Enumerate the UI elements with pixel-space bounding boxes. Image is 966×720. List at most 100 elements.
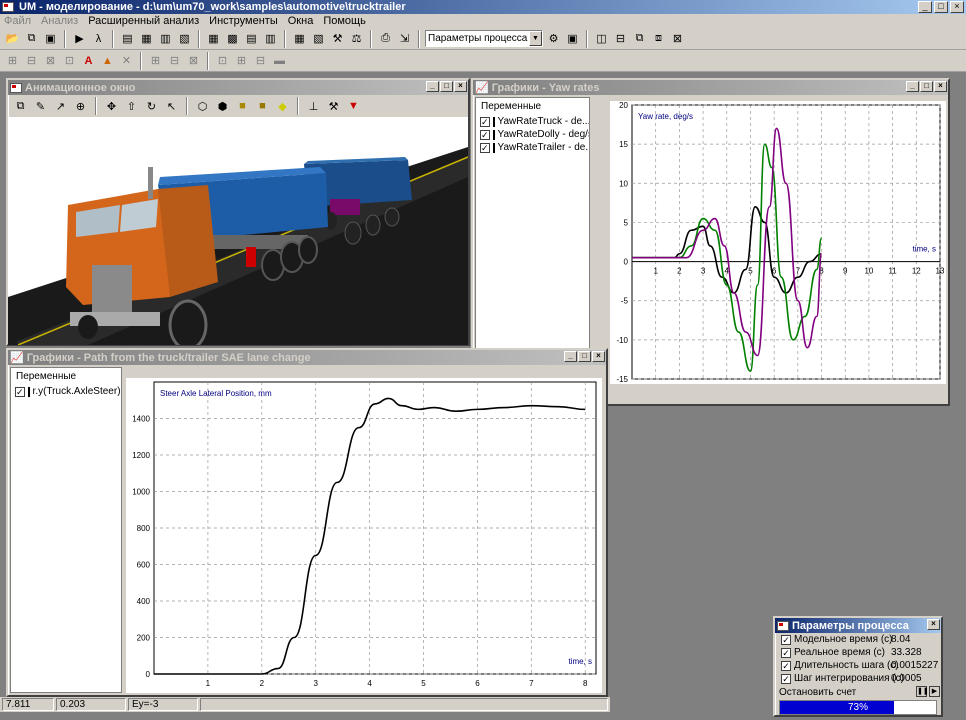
menu-analysis[interactable]: Анализ: [41, 15, 78, 27]
dis6-icon[interactable]: ⊞: [147, 52, 164, 69]
menu-windows[interactable]: Окна: [288, 15, 314, 27]
grid3-icon[interactable]: ▤: [243, 30, 260, 47]
lambda-icon[interactable]: λ: [90, 30, 107, 47]
path-window[interactable]: 📈 Графики - Path from the truck/trailer …: [6, 348, 608, 697]
hammer-icon[interactable]: ⚒: [325, 98, 342, 115]
cube5-icon[interactable]: ◆: [274, 98, 291, 115]
cube3-icon[interactable]: ■: [234, 98, 251, 115]
pause-button[interactable]: ❚❚: [916, 686, 929, 697]
animation-viewport[interactable]: [8, 117, 468, 345]
move-icon[interactable]: ✥: [103, 98, 120, 115]
calc-icon[interactable]: ▦: [291, 30, 308, 47]
menu-file[interactable]: Файл: [4, 15, 31, 27]
path-minimize-button[interactable]: _: [564, 351, 577, 362]
menu-help[interactable]: Помощь: [323, 15, 366, 27]
yaw-maximize-button[interactable]: □: [920, 81, 933, 92]
yaw-minimize-button[interactable]: _: [906, 81, 919, 92]
cube-icon[interactable]: ⬡: [194, 98, 211, 115]
cascade-icon[interactable]: ⧉: [631, 30, 648, 47]
arrange-icon[interactable]: ⧈: [650, 30, 667, 47]
path-chart[interactable]: 1 2 3 4 5 6 7 8 1400 1200 1000 800 600 400 200 0 Steer A…: [126, 378, 602, 693]
dis10-icon[interactable]: ⊞: [233, 52, 250, 69]
fire-icon[interactable]: ▲: [99, 52, 116, 69]
process-window[interactable]: Параметры процесса × ✓ Модельное время (с…: [773, 616, 943, 717]
scale-icon[interactable]: ⚖: [348, 30, 365, 47]
process-combo[interactable]: Параметры процесса ▼: [425, 30, 543, 47]
h-scrollbar[interactable]: [592, 384, 945, 398]
window-icon[interactable]: ▣: [42, 30, 59, 47]
image-icon[interactable]: ▦: [138, 30, 155, 47]
dis8-icon[interactable]: ⊠: [185, 52, 202, 69]
chart-icon[interactable]: ▧: [310, 30, 327, 47]
process-close-button[interactable]: ×: [927, 619, 940, 630]
print-icon[interactable]: ⎙: [377, 30, 394, 47]
minimize-button[interactable]: _: [918, 1, 932, 13]
stop-label[interactable]: Остановить счет: [779, 687, 856, 698]
dis9-icon[interactable]: ⊡: [214, 52, 231, 69]
path-close-button[interactable]: ×: [592, 351, 605, 362]
path-maximize-button[interactable]: □: [578, 351, 591, 362]
panel-icon[interactable]: ▤: [119, 30, 136, 47]
export-icon[interactable]: ⇲: [396, 30, 413, 47]
checkbox[interactable]: ✓: [781, 660, 791, 671]
arrow-up-icon[interactable]: ⇧: [123, 98, 140, 115]
dis7-icon[interactable]: ⊟: [166, 52, 183, 69]
yaw-rate-chart[interactable]: 1 2 3 4 5 6 7 8 9 10 11 12 1320151050-5-10-15Yaw rat…: [610, 101, 946, 384]
rotate-icon[interactable]: ↻: [143, 98, 160, 115]
copy-icon[interactable]: ⧉: [12, 98, 29, 115]
open-icon[interactable]: 📂: [4, 30, 21, 47]
dis5-icon[interactable]: ✕: [118, 52, 135, 69]
checkbox[interactable]: ✓: [480, 129, 490, 140]
close-all-icon[interactable]: ⊠: [669, 30, 686, 47]
grid4-icon[interactable]: ▥: [262, 30, 279, 47]
dis3-icon[interactable]: ⊠: [42, 52, 59, 69]
checkbox[interactable]: ✓: [781, 673, 791, 684]
link-icon[interactable]: ↗: [52, 98, 69, 115]
palette-icon[interactable]: ▼: [345, 98, 362, 115]
graph-icon[interactable]: ▥: [157, 30, 174, 47]
variable-row[interactable]: ✓ r.y(Truck.AxleSteer)...: [11, 385, 121, 398]
tool-icon[interactable]: ⚒: [329, 30, 346, 47]
checkbox[interactable]: ✓: [480, 116, 490, 127]
crosshair-icon[interactable]: ⊕: [72, 98, 89, 115]
maximize-button[interactable]: □: [934, 1, 948, 13]
checkbox[interactable]: ✓: [781, 647, 791, 658]
dis11-icon[interactable]: ⊟: [252, 52, 269, 69]
dis4-icon[interactable]: ⊡: [61, 52, 78, 69]
play-button[interactable]: ▶: [929, 686, 940, 697]
dis1-icon[interactable]: ⊞: [4, 52, 21, 69]
tile-vertical-icon[interactable]: ◫: [593, 30, 610, 47]
settings-icon[interactable]: ⚙: [545, 30, 562, 47]
checkbox[interactable]: ✓: [480, 142, 490, 153]
letter-a-icon[interactable]: A: [80, 52, 97, 69]
anim-close-button[interactable]: ×: [454, 81, 467, 92]
layout-icon[interactable]: ▣: [564, 30, 581, 47]
dis2-icon[interactable]: ⊟: [23, 52, 40, 69]
dis12-icon[interactable]: ▬: [271, 52, 288, 69]
animation-window[interactable]: Анимационное окно _ □ × ⧉ ✎ ↗ ⊕ ✥ ⇧ ↻ ↖ ⬡ …: [6, 78, 470, 346]
anim-minimize-button[interactable]: _: [426, 81, 439, 92]
chevron-down-icon[interactable]: ▼: [529, 31, 542, 46]
variable-row[interactable]: ✓ YawRateTruck - de...: [476, 115, 589, 128]
cube2-icon[interactable]: ⬢: [214, 98, 231, 115]
close-button[interactable]: ×: [950, 1, 964, 13]
tile-horizontal-icon[interactable]: ⊟: [612, 30, 629, 47]
cube4-icon[interactable]: ■: [254, 98, 271, 115]
menu-tools[interactable]: Инструменты: [209, 15, 278, 27]
copy-icon[interactable]: ⧉: [23, 30, 40, 47]
grid-icon[interactable]: ▦: [205, 30, 222, 47]
checkbox[interactable]: ✓: [781, 634, 791, 645]
variable-row[interactable]: ✓ YawRateTrailer - de...: [476, 141, 589, 154]
anim-maximize-button[interactable]: □: [440, 81, 453, 92]
checkbox[interactable]: ✓: [15, 386, 25, 397]
y-tick-label: 1200: [132, 451, 150, 460]
variable-row[interactable]: ✓ YawRateDolly - deg/s: [476, 128, 589, 141]
edit-icon[interactable]: ✎: [32, 98, 49, 115]
yaw-close-button[interactable]: ×: [934, 81, 947, 92]
grid2-icon[interactable]: ▩: [224, 30, 241, 47]
pointer-icon[interactable]: ↖: [163, 98, 180, 115]
table-icon[interactable]: ▧: [176, 30, 193, 47]
menu-extended-analysis[interactable]: Расширенный анализ: [88, 15, 199, 27]
axes-icon[interactable]: ⊥: [305, 98, 322, 115]
run-icon[interactable]: ▶: [71, 30, 88, 47]
